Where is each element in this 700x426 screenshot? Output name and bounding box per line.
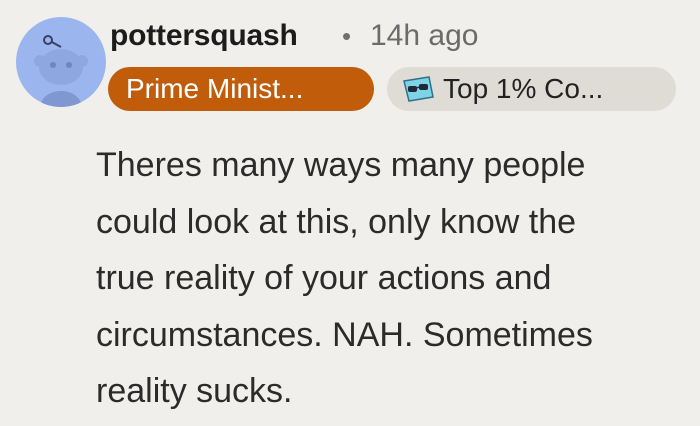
user-flair: Prime Minist... bbox=[108, 67, 374, 111]
achievement-flair[interactable]: Top 1% Co... bbox=[387, 67, 676, 111]
comment-body: Theres many ways many people could look … bbox=[96, 137, 686, 420]
snoo-avatar-icon bbox=[34, 35, 88, 107]
sunglasses-emoji-icon bbox=[403, 76, 434, 102]
comment-line: Theres many ways many people bbox=[96, 146, 586, 184]
avatar[interactable] bbox=[16, 17, 106, 107]
username-link[interactable]: pottersquash bbox=[110, 16, 298, 56]
separator-dot: • bbox=[342, 21, 352, 51]
comment: pottersquash • 14h ago Prime Minist... T… bbox=[0, 0, 700, 426]
comment-line: reality sucks. bbox=[96, 372, 293, 410]
comment-line: circumstances. NAH. Sometimes bbox=[96, 315, 593, 354]
timestamp[interactable]: 14h ago bbox=[370, 16, 478, 56]
achievement-flair-label: Top 1% Co... bbox=[443, 73, 604, 104]
comment-line: true reality of your actions and bbox=[96, 259, 552, 297]
comment-line: could look at this, only know the bbox=[96, 202, 577, 241]
